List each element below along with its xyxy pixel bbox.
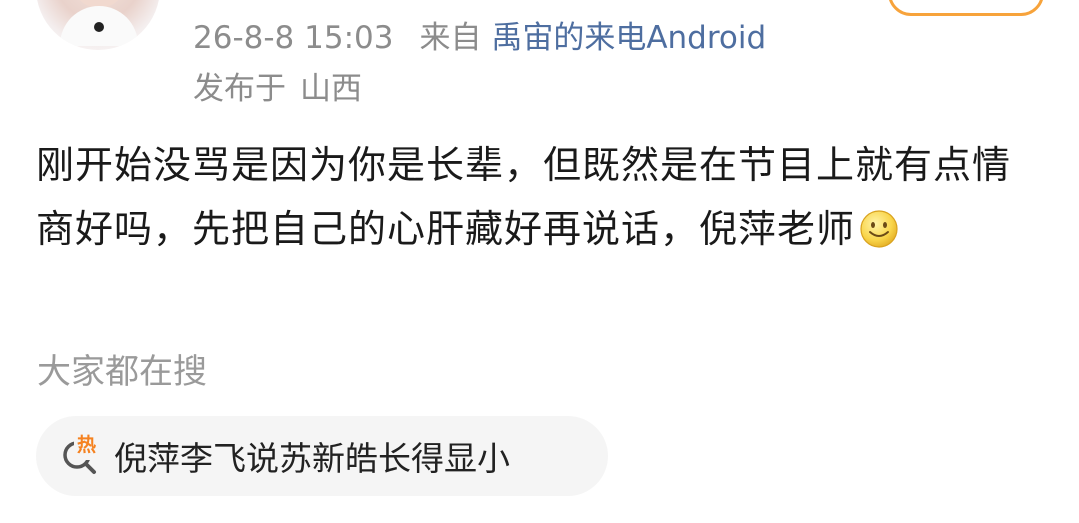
avatar-mic <box>94 22 104 32</box>
post-location: 发布于 山西 <box>193 63 362 108</box>
post-meta: 26-8-8 15:03 来自 禹宙的来电Android <box>193 12 766 57</box>
location-prefix: 发布于 <box>193 71 286 107</box>
hot-badge: 热 <box>77 434 97 456</box>
hot-search-icon: 热 <box>60 434 104 478</box>
avatar[interactable] <box>36 0 160 50</box>
follow-button[interactable] <box>888 0 1044 16</box>
source-link[interactable]: 禹宙的来电Android <box>491 20 766 56</box>
post-timestamp: 26-8-8 15:03 <box>193 20 394 56</box>
hot-search-chip[interactable]: 热 倪萍李飞说苏新皓长得显小 <box>36 416 608 496</box>
location-value: 山西 <box>300 71 362 107</box>
post-content: 刚开始没骂是因为你是长辈，但既然是在节目上就有点情商好吗，先把自己的心肝藏好再说… <box>36 133 1036 261</box>
trending-search-label: 大家都在搜 <box>37 352 207 392</box>
source-prefix: 来自 <box>419 20 482 56</box>
smile-emoji-icon <box>859 204 899 248</box>
hot-search-query: 倪萍李飞说苏新皓长得显小 <box>114 439 510 478</box>
